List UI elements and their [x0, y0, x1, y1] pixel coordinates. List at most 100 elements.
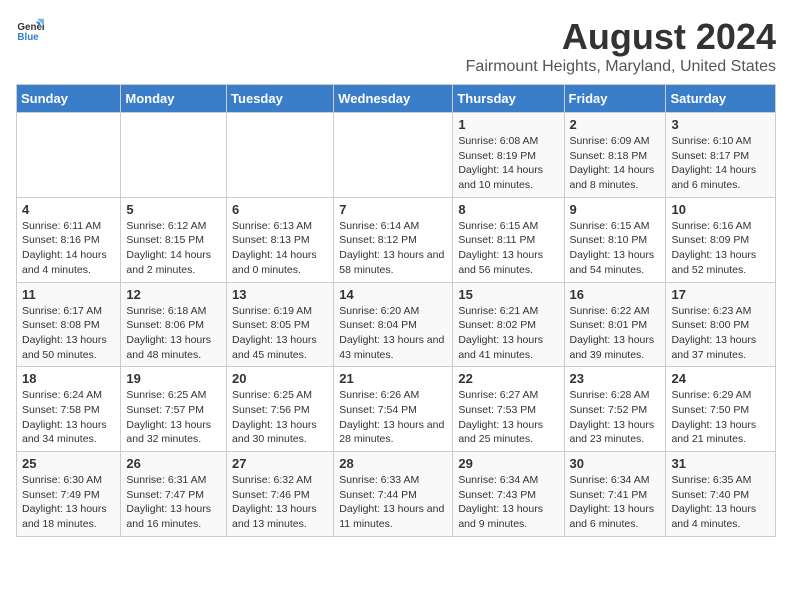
col-saturday: Saturday — [666, 85, 776, 113]
day-number: 10 — [671, 202, 770, 217]
day-number: 9 — [570, 202, 661, 217]
day-number: 26 — [126, 456, 221, 471]
calendar-week-row: 4 Sunrise: 6:11 AMSunset: 8:16 PMDayligh… — [17, 197, 776, 282]
table-row: 9 Sunrise: 6:15 AMSunset: 8:10 PMDayligh… — [564, 197, 666, 282]
table-row: 30 Sunrise: 6:34 AMSunset: 7:41 PMDaylig… — [564, 452, 666, 537]
day-number: 8 — [458, 202, 558, 217]
table-row: 12 Sunrise: 6:18 AMSunset: 8:06 PMDaylig… — [121, 282, 227, 367]
day-number: 15 — [458, 287, 558, 302]
day-number: 28 — [339, 456, 447, 471]
day-info: Sunrise: 6:26 AMSunset: 7:54 PMDaylight:… — [339, 388, 447, 447]
day-info: Sunrise: 6:33 AMSunset: 7:44 PMDaylight:… — [339, 473, 447, 532]
page-subtitle: Fairmount Heights, Maryland, United Stat… — [466, 58, 776, 76]
day-number: 11 — [22, 287, 115, 302]
day-number: 12 — [126, 287, 221, 302]
table-row: 23 Sunrise: 6:28 AMSunset: 7:52 PMDaylig… — [564, 367, 666, 452]
day-number: 16 — [570, 287, 661, 302]
day-number: 27 — [232, 456, 328, 471]
table-row: 7 Sunrise: 6:14 AMSunset: 8:12 PMDayligh… — [334, 197, 453, 282]
day-info: Sunrise: 6:15 AMSunset: 8:11 PMDaylight:… — [458, 219, 558, 278]
day-info: Sunrise: 6:25 AMSunset: 7:57 PMDaylight:… — [126, 388, 221, 447]
col-monday: Monday — [121, 85, 227, 113]
day-info: Sunrise: 6:15 AMSunset: 8:10 PMDaylight:… — [570, 219, 661, 278]
day-number: 23 — [570, 371, 661, 386]
day-info: Sunrise: 6:23 AMSunset: 8:00 PMDaylight:… — [671, 304, 770, 363]
day-info: Sunrise: 6:19 AMSunset: 8:05 PMDaylight:… — [232, 304, 328, 363]
col-sunday: Sunday — [17, 85, 121, 113]
col-wednesday: Wednesday — [334, 85, 453, 113]
day-info: Sunrise: 6:22 AMSunset: 8:01 PMDaylight:… — [570, 304, 661, 363]
day-info: Sunrise: 6:21 AMSunset: 8:02 PMDaylight:… — [458, 304, 558, 363]
day-number: 14 — [339, 287, 447, 302]
table-row: 21 Sunrise: 6:26 AMSunset: 7:54 PMDaylig… — [334, 367, 453, 452]
day-info: Sunrise: 6:10 AMSunset: 8:17 PMDaylight:… — [671, 134, 770, 193]
day-info: Sunrise: 6:13 AMSunset: 8:13 PMDaylight:… — [232, 219, 328, 278]
day-info: Sunrise: 6:08 AMSunset: 8:19 PMDaylight:… — [458, 134, 558, 193]
page-header: General Blue August 2024 Fairmount Heigh… — [16, 16, 776, 76]
table-row: 18 Sunrise: 6:24 AMSunset: 7:58 PMDaylig… — [17, 367, 121, 452]
calendar-week-row: 25 Sunrise: 6:30 AMSunset: 7:49 PMDaylig… — [17, 452, 776, 537]
day-info: Sunrise: 6:35 AMSunset: 7:40 PMDaylight:… — [671, 473, 770, 532]
day-info: Sunrise: 6:34 AMSunset: 7:41 PMDaylight:… — [570, 473, 661, 532]
table-row: 15 Sunrise: 6:21 AMSunset: 8:02 PMDaylig… — [453, 282, 564, 367]
day-info: Sunrise: 6:27 AMSunset: 7:53 PMDaylight:… — [458, 388, 558, 447]
day-info: Sunrise: 6:12 AMSunset: 8:15 PMDaylight:… — [126, 219, 221, 278]
table-row: 11 Sunrise: 6:17 AMSunset: 8:08 PMDaylig… — [17, 282, 121, 367]
table-row: 19 Sunrise: 6:25 AMSunset: 7:57 PMDaylig… — [121, 367, 227, 452]
day-number: 17 — [671, 287, 770, 302]
table-row: 28 Sunrise: 6:33 AMSunset: 7:44 PMDaylig… — [334, 452, 453, 537]
day-number: 30 — [570, 456, 661, 471]
day-info: Sunrise: 6:16 AMSunset: 8:09 PMDaylight:… — [671, 219, 770, 278]
table-row: 2 Sunrise: 6:09 AMSunset: 8:18 PMDayligh… — [564, 113, 666, 198]
day-info: Sunrise: 6:28 AMSunset: 7:52 PMDaylight:… — [570, 388, 661, 447]
table-row — [121, 113, 227, 198]
table-row: 25 Sunrise: 6:30 AMSunset: 7:49 PMDaylig… — [17, 452, 121, 537]
day-number: 24 — [671, 371, 770, 386]
page-title: August 2024 — [466, 16, 776, 58]
day-number: 2 — [570, 117, 661, 132]
table-row: 1 Sunrise: 6:08 AMSunset: 8:19 PMDayligh… — [453, 113, 564, 198]
day-number: 13 — [232, 287, 328, 302]
col-thursday: Thursday — [453, 85, 564, 113]
day-info: Sunrise: 6:31 AMSunset: 7:47 PMDaylight:… — [126, 473, 221, 532]
table-row: 22 Sunrise: 6:27 AMSunset: 7:53 PMDaylig… — [453, 367, 564, 452]
day-info: Sunrise: 6:29 AMSunset: 7:50 PMDaylight:… — [671, 388, 770, 447]
col-friday: Friday — [564, 85, 666, 113]
table-row: 24 Sunrise: 6:29 AMSunset: 7:50 PMDaylig… — [666, 367, 776, 452]
calendar-week-row: 1 Sunrise: 6:08 AMSunset: 8:19 PMDayligh… — [17, 113, 776, 198]
day-number: 6 — [232, 202, 328, 217]
day-number: 20 — [232, 371, 328, 386]
day-info: Sunrise: 6:32 AMSunset: 7:46 PMDaylight:… — [232, 473, 328, 532]
table-row: 27 Sunrise: 6:32 AMSunset: 7:46 PMDaylig… — [227, 452, 334, 537]
day-number: 25 — [22, 456, 115, 471]
day-info: Sunrise: 6:20 AMSunset: 8:04 PMDaylight:… — [339, 304, 447, 363]
day-info: Sunrise: 6:18 AMSunset: 8:06 PMDaylight:… — [126, 304, 221, 363]
day-info: Sunrise: 6:14 AMSunset: 8:12 PMDaylight:… — [339, 219, 447, 278]
table-row: 31 Sunrise: 6:35 AMSunset: 7:40 PMDaylig… — [666, 452, 776, 537]
day-number: 5 — [126, 202, 221, 217]
day-number: 22 — [458, 371, 558, 386]
day-number: 31 — [671, 456, 770, 471]
table-row: 14 Sunrise: 6:20 AMSunset: 8:04 PMDaylig… — [334, 282, 453, 367]
day-number: 21 — [339, 371, 447, 386]
table-row: 4 Sunrise: 6:11 AMSunset: 8:16 PMDayligh… — [17, 197, 121, 282]
day-number: 19 — [126, 371, 221, 386]
table-row — [334, 113, 453, 198]
table-row: 6 Sunrise: 6:13 AMSunset: 8:13 PMDayligh… — [227, 197, 334, 282]
calendar-header-row: Sunday Monday Tuesday Wednesday Thursday… — [17, 85, 776, 113]
table-row: 16 Sunrise: 6:22 AMSunset: 8:01 PMDaylig… — [564, 282, 666, 367]
table-row: 5 Sunrise: 6:12 AMSunset: 8:15 PMDayligh… — [121, 197, 227, 282]
day-info: Sunrise: 6:34 AMSunset: 7:43 PMDaylight:… — [458, 473, 558, 532]
day-info: Sunrise: 6:24 AMSunset: 7:58 PMDaylight:… — [22, 388, 115, 447]
logo-icon: General Blue — [16, 16, 44, 44]
day-info: Sunrise: 6:09 AMSunset: 8:18 PMDaylight:… — [570, 134, 661, 193]
calendar-week-row: 11 Sunrise: 6:17 AMSunset: 8:08 PMDaylig… — [17, 282, 776, 367]
table-row: 26 Sunrise: 6:31 AMSunset: 7:47 PMDaylig… — [121, 452, 227, 537]
table-row: 3 Sunrise: 6:10 AMSunset: 8:17 PMDayligh… — [666, 113, 776, 198]
calendar-week-row: 18 Sunrise: 6:24 AMSunset: 7:58 PMDaylig… — [17, 367, 776, 452]
table-row: 10 Sunrise: 6:16 AMSunset: 8:09 PMDaylig… — [666, 197, 776, 282]
logo: General Blue — [16, 16, 44, 44]
day-number: 29 — [458, 456, 558, 471]
table-row: 29 Sunrise: 6:34 AMSunset: 7:43 PMDaylig… — [453, 452, 564, 537]
day-info: Sunrise: 6:25 AMSunset: 7:56 PMDaylight:… — [232, 388, 328, 447]
